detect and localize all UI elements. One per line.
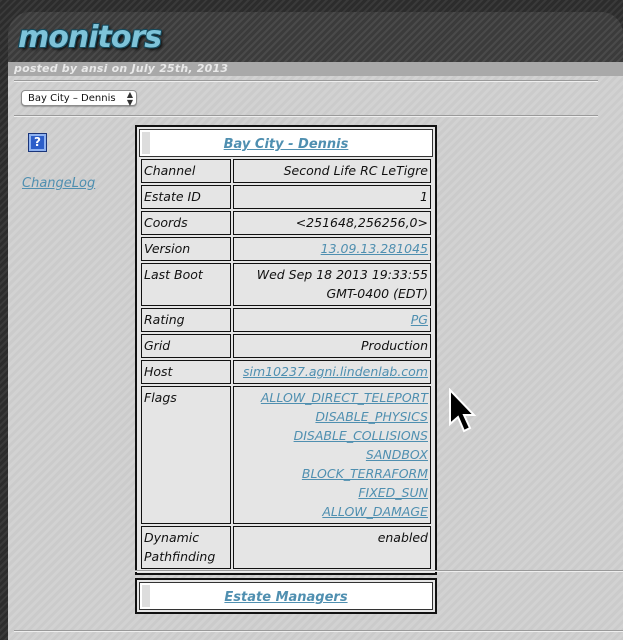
row-value: enabled bbox=[233, 526, 431, 569]
flag-link[interactable]: SANDBOX bbox=[236, 445, 428, 464]
region-info-box: Bay City - Dennis Channel Second Life RC … bbox=[135, 125, 437, 575]
row-key-line: Dynamic bbox=[144, 530, 200, 545]
row-key-line: Pathfinding bbox=[144, 549, 216, 564]
row-key: Host bbox=[141, 360, 231, 384]
mouse-pointer-icon bbox=[449, 388, 477, 433]
table-row: Grid Production bbox=[141, 334, 431, 358]
region-info-table: Channel Second Life RC LeTigre Estate ID 1 C… bbox=[139, 157, 433, 571]
divider-top bbox=[14, 80, 598, 82]
table-row: Coords <251648,256256,0> bbox=[141, 211, 431, 235]
table-row-flags: Flags ALLOW_DIRECT_TELEPORT DISABLE_PHYSIC… bbox=[141, 386, 431, 524]
row-value: Wed Sep 18 2013 19:33:55 GMT-0400 (EDT) bbox=[233, 263, 431, 306]
region-box-header: Bay City - Dennis bbox=[139, 129, 433, 157]
post-byline: posted by ansi on July 25th, 2013 bbox=[14, 62, 229, 75]
row-value: Second Life RC LeTigre bbox=[233, 159, 431, 183]
region-select[interactable]: Bay City – Dennis ▲ ▼ bbox=[21, 90, 137, 107]
row-key: Channel bbox=[141, 159, 231, 183]
table-row: Last Boot Wed Sep 18 2013 19:33:55 GMT-040… bbox=[141, 263, 431, 306]
table-row-pathfinding: Dynamic Pathfinding enabled bbox=[141, 526, 431, 569]
estate-managers-box: Estate Managers bbox=[135, 578, 437, 614]
row-key: Version bbox=[141, 237, 231, 261]
row-key: Grid bbox=[141, 334, 231, 358]
row-value: sim10237.agni.lindenlab.com bbox=[233, 360, 431, 384]
row-value-text: Second Life RC LeTigre bbox=[283, 163, 428, 178]
table-row: Host sim10237.agni.lindenlab.com bbox=[141, 360, 431, 384]
header-tab bbox=[142, 585, 150, 607]
flag-link[interactable]: ALLOW_DAMAGE bbox=[236, 502, 428, 521]
table-row: Channel Second Life RC LeTigre bbox=[141, 159, 431, 183]
row-value: Production bbox=[233, 334, 431, 358]
row-key: Estate ID bbox=[141, 185, 231, 209]
row-value-link[interactable]: 13.09.13.281045 bbox=[321, 241, 428, 256]
table-row: Rating PG bbox=[141, 308, 431, 332]
region-select-value: Bay City – Dennis bbox=[28, 93, 116, 104]
row-value: PG bbox=[233, 308, 431, 332]
flags-list: ALLOW_DIRECT_TELEPORT DISABLE_PHYSICS DISA… bbox=[233, 386, 431, 524]
row-key: Rating bbox=[141, 308, 231, 332]
estate-managers-link[interactable]: Estate Managers bbox=[224, 590, 347, 605]
table-row: Estate ID 1 bbox=[141, 185, 431, 209]
row-value-text: 1 bbox=[420, 189, 428, 204]
flag-link[interactable]: DISABLE_PHYSICS bbox=[236, 407, 428, 426]
changelog-link[interactable]: ChangeLog bbox=[22, 176, 95, 191]
select-arrows-icon: ▲ ▼ bbox=[126, 90, 133, 107]
flag-link[interactable]: BLOCK_TERRAFORM bbox=[236, 464, 428, 483]
row-value: <251648,256256,0> bbox=[233, 211, 431, 235]
divider-select bbox=[14, 115, 598, 117]
row-value: 1 bbox=[233, 185, 431, 209]
row-value-text: Wed Sep 18 2013 19:33:55 bbox=[256, 267, 428, 282]
divider-mid bbox=[135, 570, 623, 572]
row-key: Coords bbox=[141, 211, 231, 235]
flag-link[interactable]: ALLOW_DIRECT_TELEPORT bbox=[236, 388, 428, 407]
row-value-text: Production bbox=[361, 338, 428, 353]
row-value: 13.09.13.281045 bbox=[233, 237, 431, 261]
row-key: Flags bbox=[141, 386, 231, 524]
row-key: Dynamic Pathfinding bbox=[141, 526, 231, 569]
row-value-text: <251648,256256,0> bbox=[295, 215, 428, 230]
help-icon[interactable]: ? bbox=[28, 133, 47, 152]
row-value-link[interactable]: sim10237.agni.lindenlab.com bbox=[243, 364, 428, 379]
row-value-text: GMT-0400 (EDT) bbox=[326, 286, 428, 301]
divider-bottom bbox=[14, 630, 623, 632]
flag-link[interactable]: DISABLE_COLLISIONS bbox=[236, 426, 428, 445]
header-tab bbox=[142, 132, 150, 154]
estate-box-header: Estate Managers bbox=[139, 582, 433, 610]
table-row: Version 13.09.13.281045 bbox=[141, 237, 431, 261]
region-title-link[interactable]: Bay City - Dennis bbox=[224, 137, 349, 152]
flag-link[interactable]: FIXED_SUN bbox=[236, 483, 428, 502]
row-key: Last Boot bbox=[141, 263, 231, 306]
page-title: monitors bbox=[18, 20, 162, 55]
row-value-link[interactable]: PG bbox=[411, 312, 428, 327]
